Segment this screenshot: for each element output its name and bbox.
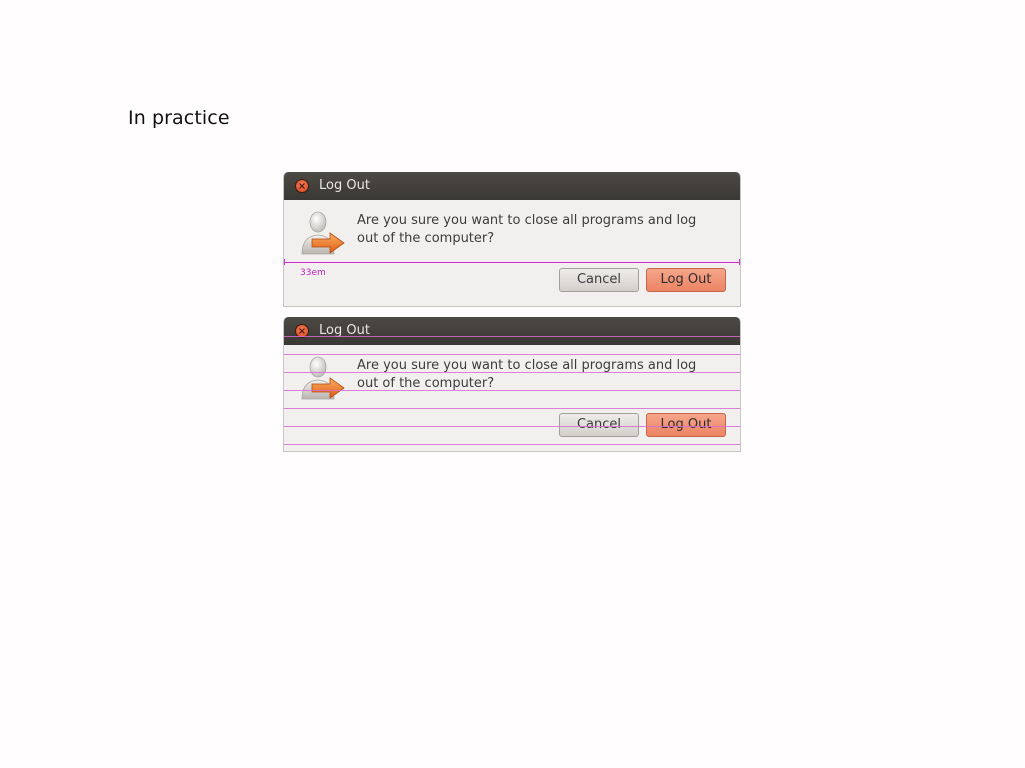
window-title: Log Out bbox=[319, 178, 370, 193]
width-measure-guide bbox=[284, 262, 740, 263]
window-titlebar: Log Out bbox=[284, 172, 740, 200]
measure-tick-left bbox=[284, 259, 285, 265]
baseline-grid-line bbox=[284, 408, 740, 409]
baseline-grid-line bbox=[284, 426, 740, 427]
window-titlebar: Log Out bbox=[284, 317, 740, 345]
logout-button[interactable]: Log Out bbox=[646, 268, 726, 292]
close-icon[interactable] bbox=[295, 179, 309, 193]
slide: In practice Log Out Are you sure you wan… bbox=[0, 0, 1025, 768]
cancel-button[interactable]: Cancel bbox=[559, 413, 639, 437]
logout-dialog: Log Out Are you sure you want to close a… bbox=[283, 317, 741, 452]
cancel-button[interactable]: Cancel bbox=[559, 268, 639, 292]
baseline-grid-line bbox=[284, 444, 740, 445]
dialog-message: Are you sure you want to close all progr… bbox=[357, 358, 697, 391]
baseline-grid-line bbox=[284, 372, 740, 373]
measure-tick-right bbox=[739, 259, 740, 265]
user-logout-icon bbox=[298, 355, 346, 409]
logout-dialog: Log Out Are you sure you want to close a… bbox=[283, 172, 741, 307]
dialog-message: Are you sure you want to close all progr… bbox=[357, 213, 697, 246]
baseline-grid-line bbox=[284, 390, 740, 391]
logout-button[interactable]: Log Out bbox=[646, 413, 726, 437]
page-title: In practice bbox=[128, 107, 230, 129]
baseline-grid-line bbox=[284, 336, 740, 337]
measure-label: 33em bbox=[300, 268, 326, 278]
baseline-grid-line bbox=[284, 354, 740, 355]
user-logout-icon bbox=[298, 210, 346, 264]
